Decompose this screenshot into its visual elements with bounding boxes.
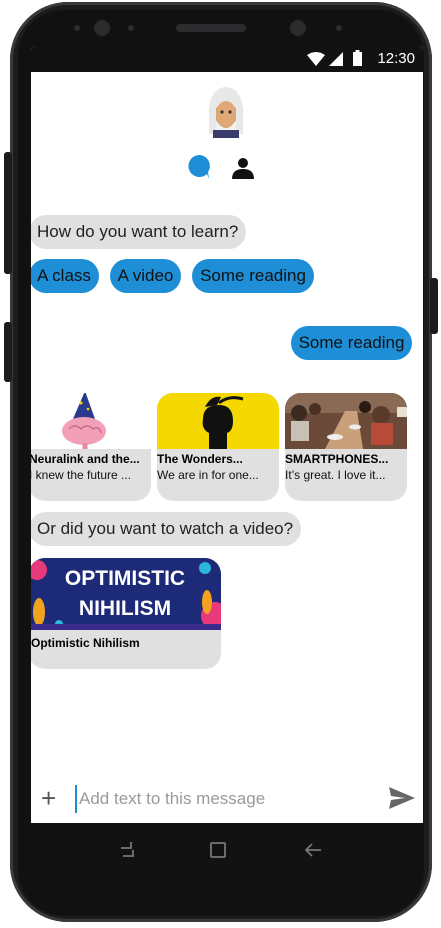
article-card[interactable]: Neuralink and the... I knew the future .… (31, 393, 151, 501)
article-card[interactable]: SMARTPHONES... It’s great. I love it... (285, 393, 407, 501)
article-title: Neuralink and the... (31, 452, 140, 466)
video-card[interactable]: OPTIMISTIC NIHILISM Optimistic Nihilism (31, 558, 221, 669)
video-thumb-line2: NIHILISM (79, 597, 171, 620)
sensor-dot (74, 25, 80, 31)
status-time: 12:30 (377, 50, 415, 67)
cellular-signal-icon (329, 52, 343, 66)
android-nav-bar (31, 823, 423, 876)
dinner-table-photo (285, 393, 407, 449)
bot-message-question: How do you want to learn? (31, 215, 247, 249)
side-button-left-top (4, 152, 12, 274)
camera-right (290, 20, 306, 36)
home-icon[interactable] (208, 840, 228, 860)
back-icon[interactable] (303, 840, 323, 860)
user-reply-bubble: Some reading (291, 326, 412, 360)
article-title: The Wonders... (157, 452, 243, 466)
option-chip-class[interactable]: A class (31, 259, 99, 293)
video-thumbnail: OPTIMISTIC NIHILISM (31, 558, 221, 630)
option-chip-video[interactable]: A video (110, 259, 181, 293)
status-bar: 12:30 (31, 46, 423, 72)
side-button-left-bottom (4, 322, 12, 382)
battery-icon (353, 50, 362, 66)
add-attachment-button[interactable]: + (41, 785, 56, 811)
video-title: Optimistic Nihilism (31, 636, 140, 650)
article-description: We are in for one... (157, 468, 259, 482)
mode-switcher (185, 154, 275, 184)
wizard-brain-thumbnail (31, 393, 151, 449)
screen: 12:30 How do you want to learn? A class … (31, 46, 423, 876)
article-title: SMARTPHONES... (285, 452, 389, 466)
send-icon[interactable] (389, 787, 415, 809)
message-composer: + (31, 779, 423, 817)
bot-avatar (209, 87, 243, 138)
side-button-right (430, 278, 438, 334)
article-card[interactable]: The Wonders... We are in for one... (157, 393, 279, 501)
earpiece-speaker (176, 24, 246, 32)
recent-apps-icon[interactable] (117, 840, 137, 860)
head-silhouette-thumbnail (157, 393, 279, 449)
bot-message-followup: Or did you want to watch a video? (31, 512, 302, 546)
chat-bubble-icon[interactable] (187, 154, 213, 180)
front-camera (94, 20, 110, 36)
person-icon[interactable] (231, 156, 255, 180)
message-input[interactable] (75, 785, 371, 813)
video-thumb-line1: OPTIMISTIC (65, 567, 185, 590)
sensor-dot (336, 25, 342, 31)
article-description: I knew the future ... (31, 468, 132, 482)
option-chip-reading[interactable]: Some reading (192, 259, 314, 293)
wifi-icon (307, 52, 325, 66)
article-carousel: Neuralink and the... I knew the future .… (31, 393, 423, 501)
sensor-dot (128, 25, 134, 31)
article-description: It’s great. I love it... (285, 468, 386, 482)
